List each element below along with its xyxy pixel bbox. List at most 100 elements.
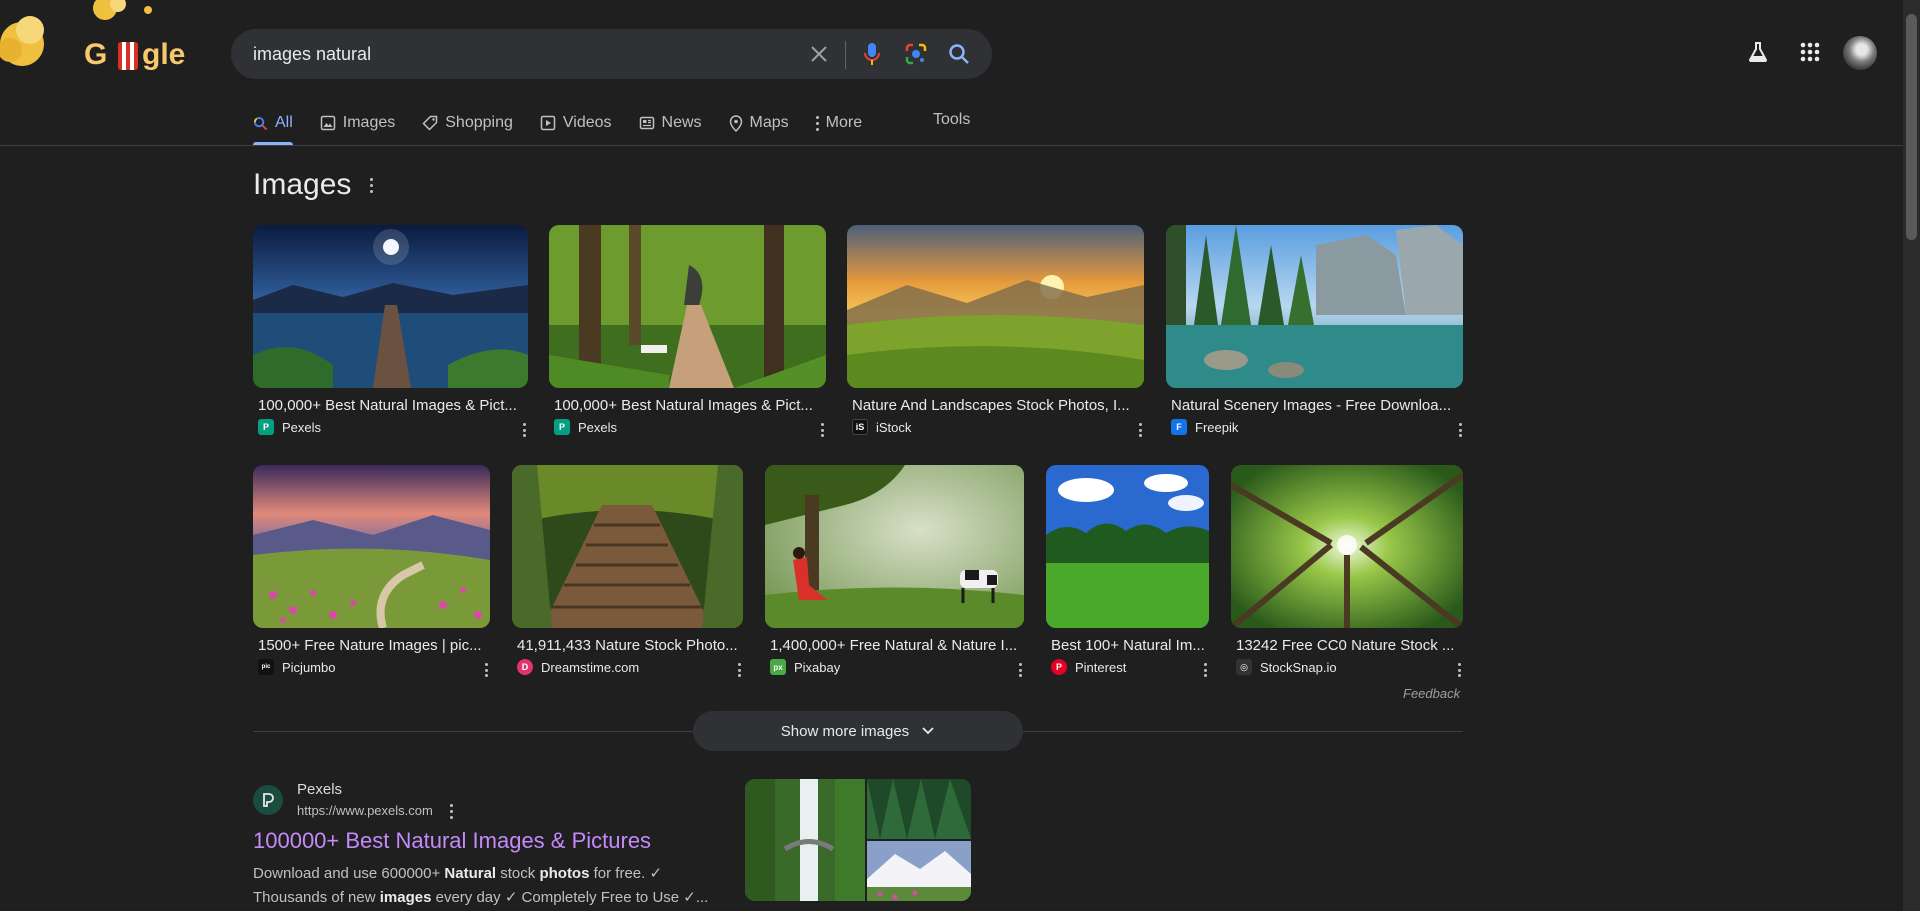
news-icon	[639, 116, 654, 130]
image-result-card[interactable]: 13242 Free CC0 Nature Stock ... ◎ StockS…	[1231, 465, 1463, 680]
search-input[interactable]: images natural	[253, 44, 371, 65]
image-result-card[interactable]: 100,000+ Best Natural Images & Pict... P…	[549, 225, 826, 440]
image-options-icon[interactable]	[1198, 661, 1212, 679]
tab-all[interactable]: All	[253, 108, 293, 145]
labs-flask-icon[interactable]	[1746, 40, 1770, 64]
microphone-icon[interactable]	[860, 42, 884, 66]
image-options-icon[interactable]	[1013, 661, 1027, 679]
tab-maps[interactable]: Maps	[729, 108, 789, 138]
google-doodle-logo[interactable]: G gle	[0, 0, 190, 80]
image-title[interactable]: 100,000+ Best Natural Images & Pict...	[258, 397, 524, 414]
image-options-icon[interactable]	[815, 421, 829, 439]
clear-search-icon[interactable]	[807, 42, 831, 66]
image-options-icon[interactable]	[517, 421, 531, 439]
image-thumbnail[interactable]	[1231, 465, 1463, 628]
picjumbo-favicon: pic	[258, 659, 274, 675]
image-source[interactable]: P Pinterest	[1051, 659, 1126, 675]
google-lens-icon[interactable]	[904, 42, 928, 66]
tab-shopping[interactable]: Shopping	[422, 108, 513, 138]
dreamstime-favicon: D	[517, 659, 533, 675]
image-options-icon[interactable]	[1453, 421, 1467, 439]
tab-news[interactable]: News	[639, 108, 702, 138]
search-icon[interactable]	[947, 42, 971, 66]
image-title[interactable]: 13242 Free CC0 Nature Stock ...	[1236, 637, 1458, 654]
search-divider	[845, 41, 846, 69]
pexels-favicon: P	[554, 419, 570, 435]
image-options-icon[interactable]	[479, 661, 493, 679]
image-thumbnail[interactable]	[253, 225, 528, 388]
result-site-name[interactable]: Pexels	[297, 781, 342, 798]
source-name: Pixabay	[794, 659, 841, 675]
image-source[interactable]: F Freepik	[1171, 419, 1238, 435]
tab-images[interactable]: Images	[320, 108, 395, 138]
image-result-card[interactable]: 41,911,433 Nature Stock Photo... D Dream…	[512, 465, 743, 680]
image-source[interactable]: P Pexels	[554, 419, 617, 435]
tab-videos[interactable]: Videos	[540, 108, 612, 138]
apps-grid-icon[interactable]	[1798, 40, 1822, 64]
image-result-card[interactable]: Nature And Landscapes Stock Photos, I...…	[847, 225, 1144, 440]
image-thumbnail[interactable]	[1166, 225, 1463, 388]
image-result-card[interactable]: 1,400,000+ Free Natural & Nature I... px…	[765, 465, 1024, 680]
image-title[interactable]: Nature And Landscapes Stock Photos, I...	[852, 397, 1140, 414]
image-title[interactable]: Best 100+ Natural Im...	[1051, 637, 1205, 654]
show-more-label: Show more images	[780, 722, 910, 740]
image-thumbnail[interactable]	[253, 465, 490, 628]
image-title[interactable]: 100,000+ Best Natural Images & Pict...	[554, 397, 822, 414]
image-source[interactable]: px Pixabay	[770, 659, 840, 675]
tools-button[interactable]: Tools	[933, 111, 970, 129]
snippet-text: Thousands of new	[253, 889, 380, 906]
image-title[interactable]: Natural Scenery Images - Free Downloa...	[1171, 397, 1459, 414]
result-url[interactable]: https://www.pexels.com	[297, 803, 433, 818]
result-options-icon[interactable]	[450, 804, 453, 819]
image-source[interactable]: pic Picjumbo	[258, 659, 335, 675]
image-result-card[interactable]: Natural Scenery Images - Free Downloa...…	[1166, 225, 1463, 440]
source-name: Freepik	[1195, 419, 1239, 435]
image-title[interactable]: 1,400,000+ Free Natural & Nature I...	[770, 637, 1020, 654]
image-thumbnail[interactable]	[1046, 465, 1209, 628]
image-options-icon[interactable]	[1452, 661, 1466, 679]
image-thumbnail[interactable]	[512, 465, 743, 628]
image-title[interactable]: 1500+ Free Nature Images | pic...	[258, 637, 486, 654]
image-icon	[320, 115, 336, 131]
snippet-text: stock	[496, 865, 540, 882]
image-thumbnail[interactable]	[765, 465, 1024, 628]
source-name: iStock	[876, 419, 912, 435]
map-pin-icon	[729, 114, 742, 132]
tab-label: Images	[342, 114, 396, 131]
image-thumbnail[interactable]	[549, 225, 826, 388]
image-source[interactable]: P Pexels	[258, 419, 321, 435]
pixabay-favicon: px	[770, 659, 786, 675]
image-options-icon[interactable]	[732, 661, 746, 679]
image-thumbnail[interactable]	[847, 225, 1144, 388]
tab-more[interactable]: More	[815, 108, 862, 138]
pinterest-favicon: P	[1051, 659, 1067, 675]
freepik-favicon: F	[1171, 419, 1187, 435]
pexels-site-favicon[interactable]	[253, 785, 283, 815]
image-source[interactable]: iS iStock	[852, 419, 911, 435]
result-snippet: Download and use 600000+ Natural stock p…	[253, 862, 733, 910]
search-box[interactable]: images natural	[231, 29, 992, 79]
svg-text:G: G	[84, 38, 107, 71]
images-section-options-icon[interactable]	[370, 178, 373, 193]
image-options-icon[interactable]	[1133, 421, 1147, 439]
tab-label: News	[661, 114, 702, 131]
show-more-images-button[interactable]: Show more images	[693, 711, 1023, 751]
page-scrollbar[interactable]	[1903, 0, 1920, 911]
tab-label: Maps	[749, 114, 789, 131]
image-source[interactable]: ◎ StockSnap.io	[1236, 659, 1337, 675]
search-icon	[253, 116, 268, 130]
feedback-link[interactable]: Feedback	[1403, 686, 1460, 701]
image-result-card[interactable]: 100,000+ Best Natural Images & Pict... P…	[253, 225, 528, 440]
result-image-thumbnails[interactable]	[745, 779, 971, 901]
image-result-card[interactable]: Best 100+ Natural Im... P Pinterest	[1046, 465, 1209, 680]
image-result-card[interactable]: 1500+ Free Nature Images | pic... pic Pi…	[253, 465, 490, 680]
scrollbar-thumb[interactable]	[1906, 14, 1917, 240]
image-title[interactable]: 41,911,433 Nature Stock Photo...	[517, 637, 739, 654]
result-title-link[interactable]: 100000+ Best Natural Images & Pictures	[253, 828, 651, 854]
source-name: Pexels	[282, 419, 322, 435]
chevron-down-icon	[922, 727, 934, 735]
account-avatar[interactable]	[1843, 36, 1877, 70]
snippet-text: for free. ✓	[589, 865, 663, 882]
image-source[interactable]: D Dreamstime.com	[517, 659, 639, 675]
source-name: Picjumbo	[282, 659, 336, 675]
